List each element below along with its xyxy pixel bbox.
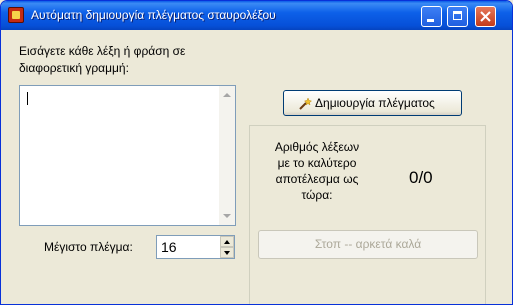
close-button[interactable] [475, 6, 496, 27]
max-grid-label: Μέγιστο πλέγμα: [44, 240, 133, 254]
app-icon[interactable] [8, 7, 24, 23]
arrow-down-icon [224, 251, 230, 255]
words-scrollbar[interactable] [219, 86, 235, 225]
scroll-up-icon[interactable] [223, 93, 231, 97]
stop-button[interactable]: Στοπ -- αρκετά καλά [258, 230, 478, 259]
instructions-line-2: διαφορετική γραμμή: [19, 61, 129, 75]
stepper-up-button[interactable] [220, 236, 234, 247]
word-count-label-line-4: τώρα: [301, 188, 333, 202]
maximize-button[interactable] [447, 6, 468, 27]
scroll-down-icon[interactable] [223, 214, 231, 218]
create-grid-label: Δημιουργία πλέγματος [315, 96, 435, 110]
title-bar[interactable]: Αυτόματη δημιουργία πλέγματος σταυρολέξο… [1, 1, 512, 30]
maximize-icon [453, 11, 462, 20]
instructions-line-1: Εισάγετε κάθε λέξη ή φράση σε [19, 44, 186, 58]
words-textarea[interactable] [19, 85, 236, 226]
word-count-value: 0/0 [409, 168, 433, 187]
main-window: Αυτόματη δημιουργία πλέγματος σταυρολέξο… [0, 0, 513, 305]
stepper-down-button[interactable] [220, 247, 234, 258]
minimize-icon [427, 19, 434, 22]
word-count-label-line-1: Αριθμός λέξεων [274, 140, 360, 154]
word-count-label-line-3: αποτέλεσμα ως [275, 172, 359, 186]
magic-wand-icon [299, 97, 312, 110]
minimize-button[interactable] [421, 6, 442, 27]
create-grid-button[interactable]: Δημιουργία πλέγματος [283, 90, 462, 116]
word-count-label-line-2: με το καλύτερο [277, 156, 357, 170]
window-title: Αυτόματη δημιουργία πλέγματος σταυρολέξο… [31, 8, 276, 22]
close-icon [480, 11, 491, 22]
max-grid-value[interactable]: 16 [161, 239, 177, 255]
word-count-label: Αριθμός λέξεων με το καλύτερο αποτέλεσμα… [254, 139, 380, 203]
max-grid-stepper[interactable]: 16 [156, 235, 235, 259]
text-caret [27, 92, 28, 105]
arrow-up-icon [224, 240, 230, 244]
